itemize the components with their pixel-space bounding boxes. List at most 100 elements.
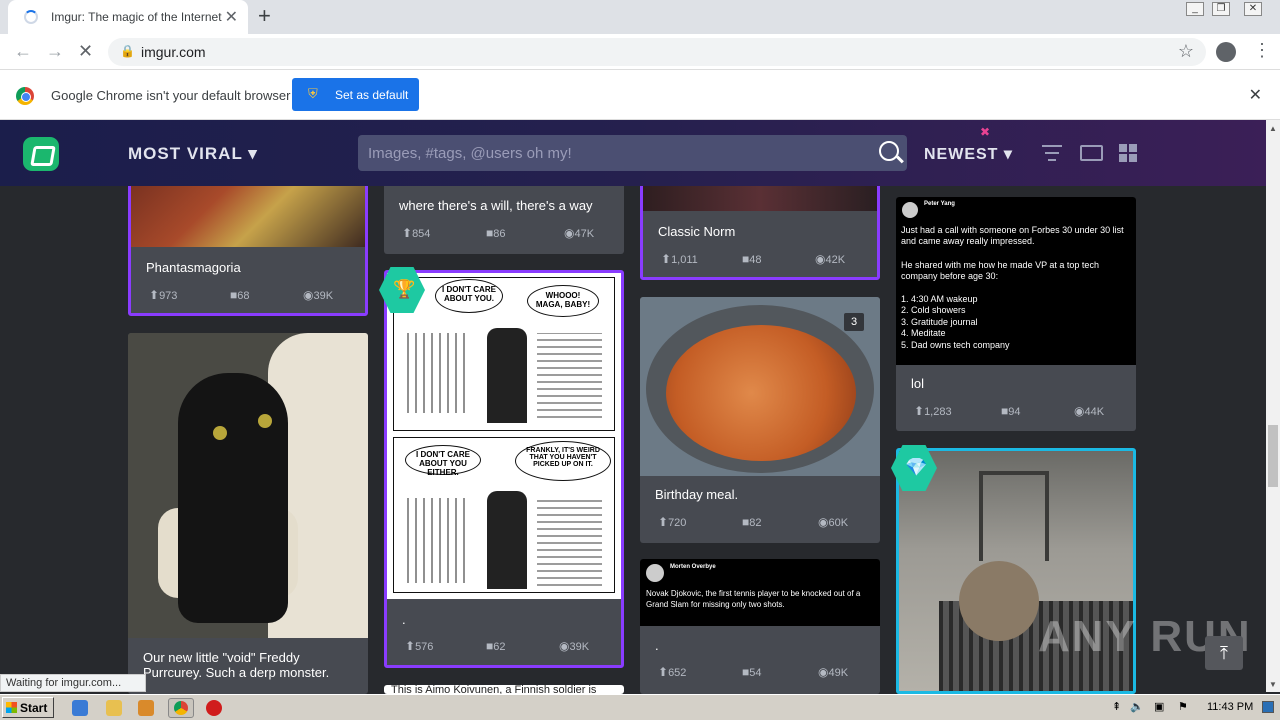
post-title: . <box>402 612 406 627</box>
comment-count: 94 <box>1001 404 1020 418</box>
back-to-top-button[interactable]: ⤒ <box>1205 636 1243 670</box>
imgur-logo-icon[interactable] <box>23 137 59 171</box>
upvote-count: 720 <box>658 515 686 529</box>
tray-arrow-icon[interactable]: ⇞ <box>1112 700 1121 713</box>
speech-bubble: WHOOO! MAGA, BABY! <box>527 285 599 317</box>
filter-icon[interactable] <box>1042 145 1062 161</box>
upvote-count: 652 <box>658 665 686 679</box>
tweet-line: 3. Gratitude journal <box>901 317 978 327</box>
sort-label: NEWEST <box>924 146 999 163</box>
media-player-icon[interactable] <box>138 700 154 716</box>
view-count: 49K <box>818 665 848 679</box>
upvote-count: 854 <box>402 226 430 240</box>
close-infobar-icon[interactable]: ✕ <box>1249 85 1262 105</box>
post-title: Phantasmagoria <box>146 260 241 275</box>
post-image-tweet: Morten Overbye Novak Djokovic, the first… <box>640 559 880 626</box>
speech-bubble: I DON'T CARE ABOUT YOU EITHER. <box>405 445 481 477</box>
bookmark-star-icon[interactable]: ☆ <box>1178 41 1194 62</box>
upvote-count: 1,011 <box>661 252 698 266</box>
comment-count: 68 <box>230 288 249 302</box>
upvote-count: 1,283 <box>914 404 952 418</box>
post-card-cat[interactable]: Our new little "void" Freddy Purrcurey. … <box>128 333 368 694</box>
post-card-djokovic[interactable]: Morten Overbye Novak Djokovic, the first… <box>640 559 880 694</box>
trophy-icon: 🏆 <box>393 279 416 299</box>
close-window-button[interactable]: ✕ <box>1244 2 1262 16</box>
upvote-count: 973 <box>149 288 177 302</box>
speech-bubble: FRANKLY, IT'S WEIRD THAT YOU HAVEN'T PIC… <box>515 441 611 481</box>
ie-icon[interactable] <box>72 700 88 716</box>
list-view-icon[interactable] <box>1080 145 1103 161</box>
comment-count: 54 <box>742 665 761 679</box>
address-bar[interactable]: 🔒 imgur.com ☆ <box>108 38 1206 66</box>
folder-icon[interactable] <box>106 700 122 716</box>
post-stats: 652 54 49K <box>655 665 865 681</box>
loading-spinner-icon <box>24 10 38 24</box>
status-bubble: Waiting for imgur.com... <box>0 674 146 692</box>
tweet-line: 5. Dad owns tech company <box>901 340 1010 350</box>
post-stats: 854 86 47K <box>399 226 609 242</box>
volume-icon[interactable]: 🔈 <box>1130 700 1144 713</box>
post-title: Our new little "void" Freddy Purrcurey. … <box>143 650 330 680</box>
post-image-cat <box>128 333 368 638</box>
show-desktop-icon[interactable] <box>1262 701 1274 713</box>
post-title: lol <box>911 376 925 391</box>
tweet-line: Just had a call with someone on Forbes 3… <box>901 225 1124 246</box>
start-label: Start <box>20 701 48 715</box>
opera-icon[interactable] <box>206 700 222 716</box>
profile-avatar-icon[interactable] <box>1216 42 1236 62</box>
post-card-comic[interactable]: I DON'T CARE ABOUT YOU. WHOOO! MAGA, BAB… <box>384 270 624 668</box>
post-card-birthday-meal[interactable]: 3 Birthday meal. 720 82 60K <box>640 297 880 543</box>
view-count: 44K <box>1074 404 1104 418</box>
tweet-line: 4. Meditate <box>901 328 946 338</box>
start-button[interactable]: Start <box>2 697 54 718</box>
scrollbar-thumb[interactable] <box>1268 425 1278 487</box>
section-dropdown[interactable]: MOST VIRAL ▾ <box>128 144 258 164</box>
post-stats: 1,011 48 42K <box>658 252 862 268</box>
network-icon[interactable]: ▣ <box>1154 700 1164 713</box>
search-icon[interactable] <box>879 141 899 161</box>
back-icon[interactable]: ← <box>14 41 32 62</box>
chrome-taskbar-button[interactable] <box>168 698 194 718</box>
page-scrollbar[interactable]: ▲ ▼ <box>1266 120 1280 692</box>
post-card-aimo[interactable]: This is Aimo Koivunen, a Finnish soldier… <box>384 685 624 694</box>
post-title: where there's a will, there's a way <box>399 198 593 213</box>
post-card-lol[interactable]: Peter Yang Just had a call with someone … <box>896 197 1136 431</box>
post-stats: 973 68 39K <box>146 288 350 304</box>
comment-count: 82 <box>742 515 761 529</box>
taskbar-clock: 11:43 PM <box>1207 701 1254 713</box>
tweet-author: Morten Overbye <box>670 564 716 570</box>
post-title: Classic Norm <box>658 224 736 239</box>
diamond-icon: 💎 <box>905 457 928 477</box>
stop-loading-icon[interactable]: ✕ <box>78 41 93 62</box>
close-tab-icon[interactable]: ✕ <box>225 7 238 27</box>
browser-tab[interactable]: Imgur: The magic of the Internet ✕ <box>8 0 248 34</box>
view-count: 60K <box>818 515 848 529</box>
imgur-header: MOST VIRAL ▾ Images, #tags, @users oh my… <box>0 120 1266 186</box>
forward-icon[interactable]: → <box>46 41 64 62</box>
tweet-text: Novak Djokovic, the first tennis player … <box>646 589 861 609</box>
grid-view-icon[interactable] <box>1119 144 1137 162</box>
search-input[interactable]: Images, #tags, @users oh my! <box>358 135 907 171</box>
view-count: 39K <box>303 288 333 302</box>
tweet-line: He shared with me how he made VP at a to… <box>901 260 1099 281</box>
post-image-comic: I DON'T CARE ABOUT YOU. WHOOO! MAGA, BAB… <box>387 273 621 599</box>
view-count: 42K <box>815 252 845 266</box>
scroll-up-icon[interactable]: ▲ <box>1269 124 1277 133</box>
restore-button[interactable]: ❐ <box>1212 2 1230 16</box>
comment-count: 86 <box>486 226 505 240</box>
comment-count: 62 <box>486 639 505 653</box>
new-tab-button[interactable]: + <box>258 3 271 29</box>
post-title: This is Aimo Koivunen, a Finnish soldier… <box>391 685 597 694</box>
set-default-label: Set as default <box>335 88 409 102</box>
set-default-button[interactable]: ⛨ Set as default <box>292 78 419 111</box>
lock-icon: 🔒 <box>120 44 135 58</box>
sparkle-icon: ✖ <box>980 125 991 139</box>
menu-dots-icon[interactable]: ⋮ <box>1253 40 1271 61</box>
scroll-down-icon[interactable]: ▼ <box>1269 680 1277 689</box>
sort-dropdown[interactable]: NEWEST ▾ <box>924 144 1013 164</box>
minimize-button[interactable]: _ <box>1186 2 1204 16</box>
flag-icon[interactable]: ⚑ <box>1178 700 1188 713</box>
speech-bubble: I DON'T CARE ABOUT YOU. <box>435 279 503 313</box>
tab-strip: Imgur: The magic of the Internet ✕ + _ ❐… <box>0 0 1280 34</box>
section-label: MOST VIRAL <box>128 144 243 163</box>
